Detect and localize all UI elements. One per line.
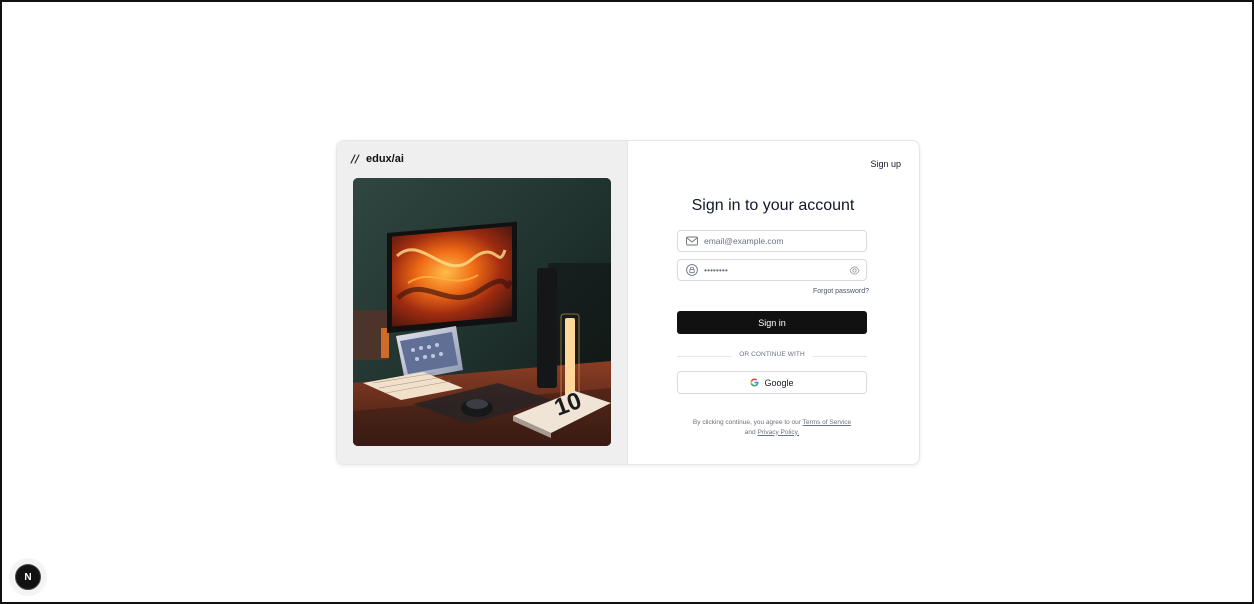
privacy-policy-link[interactable]: Privacy Policy. [757,429,799,436]
mail-icon [686,236,698,246]
eye-icon[interactable] [849,265,860,276]
divider-line-right [812,356,867,357]
sign-in-button[interactable]: Sign in [677,311,867,334]
signup-link[interactable]: Sign up [870,159,901,169]
desk-setup-image: 10 [353,178,611,446]
password-input[interactable] [704,265,829,275]
google-signin-button[interactable]: Google [677,371,867,394]
desk-illustration: 10 [353,178,611,446]
legal-prefix: By clicking continue, you agree to our [692,418,801,426]
brand-name: edux/ai [366,153,404,165]
brand-logo: edux/ai [349,153,404,165]
divider-line-left [677,356,732,357]
email-field[interactable] [677,230,867,252]
signin-title: Sign in to your account [691,196,855,214]
email-input[interactable] [704,236,829,246]
google-icon [750,378,759,387]
login-card: edux/ai 10 Sign up Sign in to your accou… [336,140,920,465]
legal-notice: By clicking continue, you agree to our T… [672,418,872,438]
divider-label: OR CONTINUE WITH [739,351,805,358]
terms-of-service-link[interactable]: Terms of Service [803,419,851,426]
signin-panel: Sign up Sign in to your account Forgot p… [627,141,919,464]
nextjs-dev-badge[interactable]: N [15,564,41,590]
google-button-label: Google [764,377,794,388]
slash-logo-icon [350,154,360,164]
password-field[interactable] [677,259,867,281]
continue-divider: OR CONTINUE WITH [677,350,867,362]
legal-middle: and [744,428,756,436]
lock-icon [686,264,698,276]
forgot-password-link[interactable]: Forgot password? [813,288,869,295]
brand-panel: edux/ai 10 [337,141,628,464]
